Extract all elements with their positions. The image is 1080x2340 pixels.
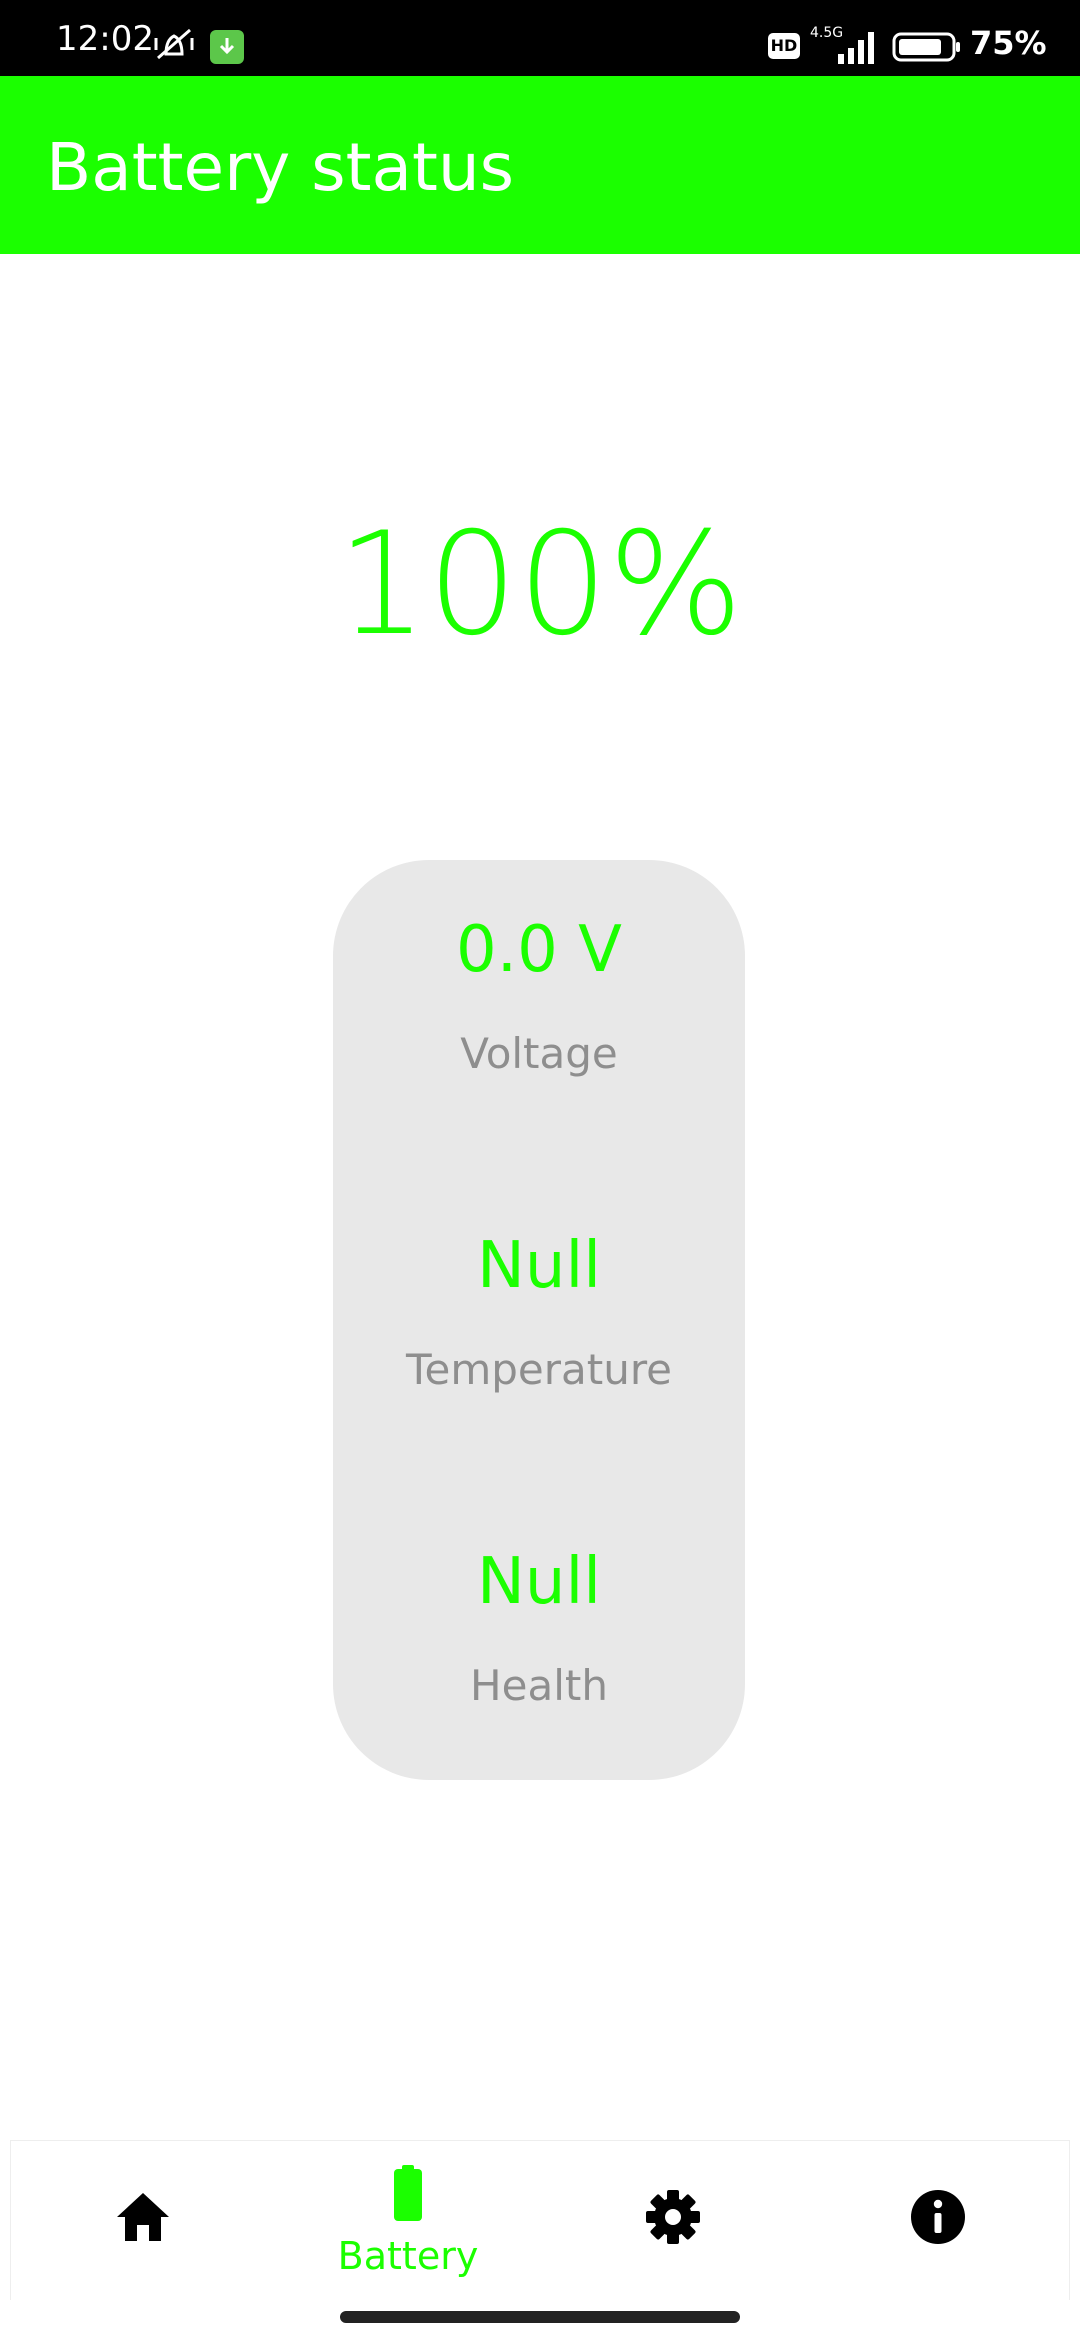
status-battery-percent: 75% — [970, 24, 1047, 62]
nav-item-settings[interactable] — [583, 2141, 763, 2301]
download-notification-icon — [210, 30, 244, 64]
health-value: Null — [477, 1545, 601, 1619]
battery-percentage: 100% — [337, 502, 743, 667]
gear-icon — [646, 2190, 700, 2244]
nav-item-home[interactable] — [53, 2141, 233, 2301]
page-title: Battery status — [46, 129, 515, 206]
home-indicator[interactable] — [340, 2311, 740, 2323]
battery-info-card: 0.0 V Voltage Null Temperature Null Heal… — [333, 860, 745, 1780]
battery-status-screen: 12:02 HD 4.5G 75% Battery status 100% 0.… — [0, 0, 1080, 2340]
bottom-navigation: Battery — [10, 2140, 1070, 2300]
health-label: Health — [470, 1661, 608, 1710]
voltage-label: Voltage — [460, 1029, 618, 1078]
nav-item-battery[interactable]: Battery — [318, 2141, 498, 2301]
battery-icon — [394, 2165, 422, 2221]
signal-icon — [838, 32, 874, 64]
home-icon — [117, 2193, 169, 2241]
temperature-value: Null — [477, 1229, 601, 1303]
hd-icon: HD — [768, 33, 800, 59]
vibrate-muted-icon — [154, 28, 194, 60]
nav-item-info[interactable] — [848, 2141, 1028, 2301]
status-time: 12:02 — [56, 19, 154, 59]
info-icon — [911, 2190, 965, 2244]
battery-status-icon — [892, 32, 960, 62]
app-bar: Battery status — [0, 76, 1080, 254]
temperature-label: Temperature — [405, 1345, 673, 1394]
nav-label-battery: Battery — [337, 2234, 479, 2278]
status-bar: 12:02 HD 4.5G 75% — [0, 0, 1080, 76]
voltage-value: 0.0 V — [456, 913, 622, 987]
